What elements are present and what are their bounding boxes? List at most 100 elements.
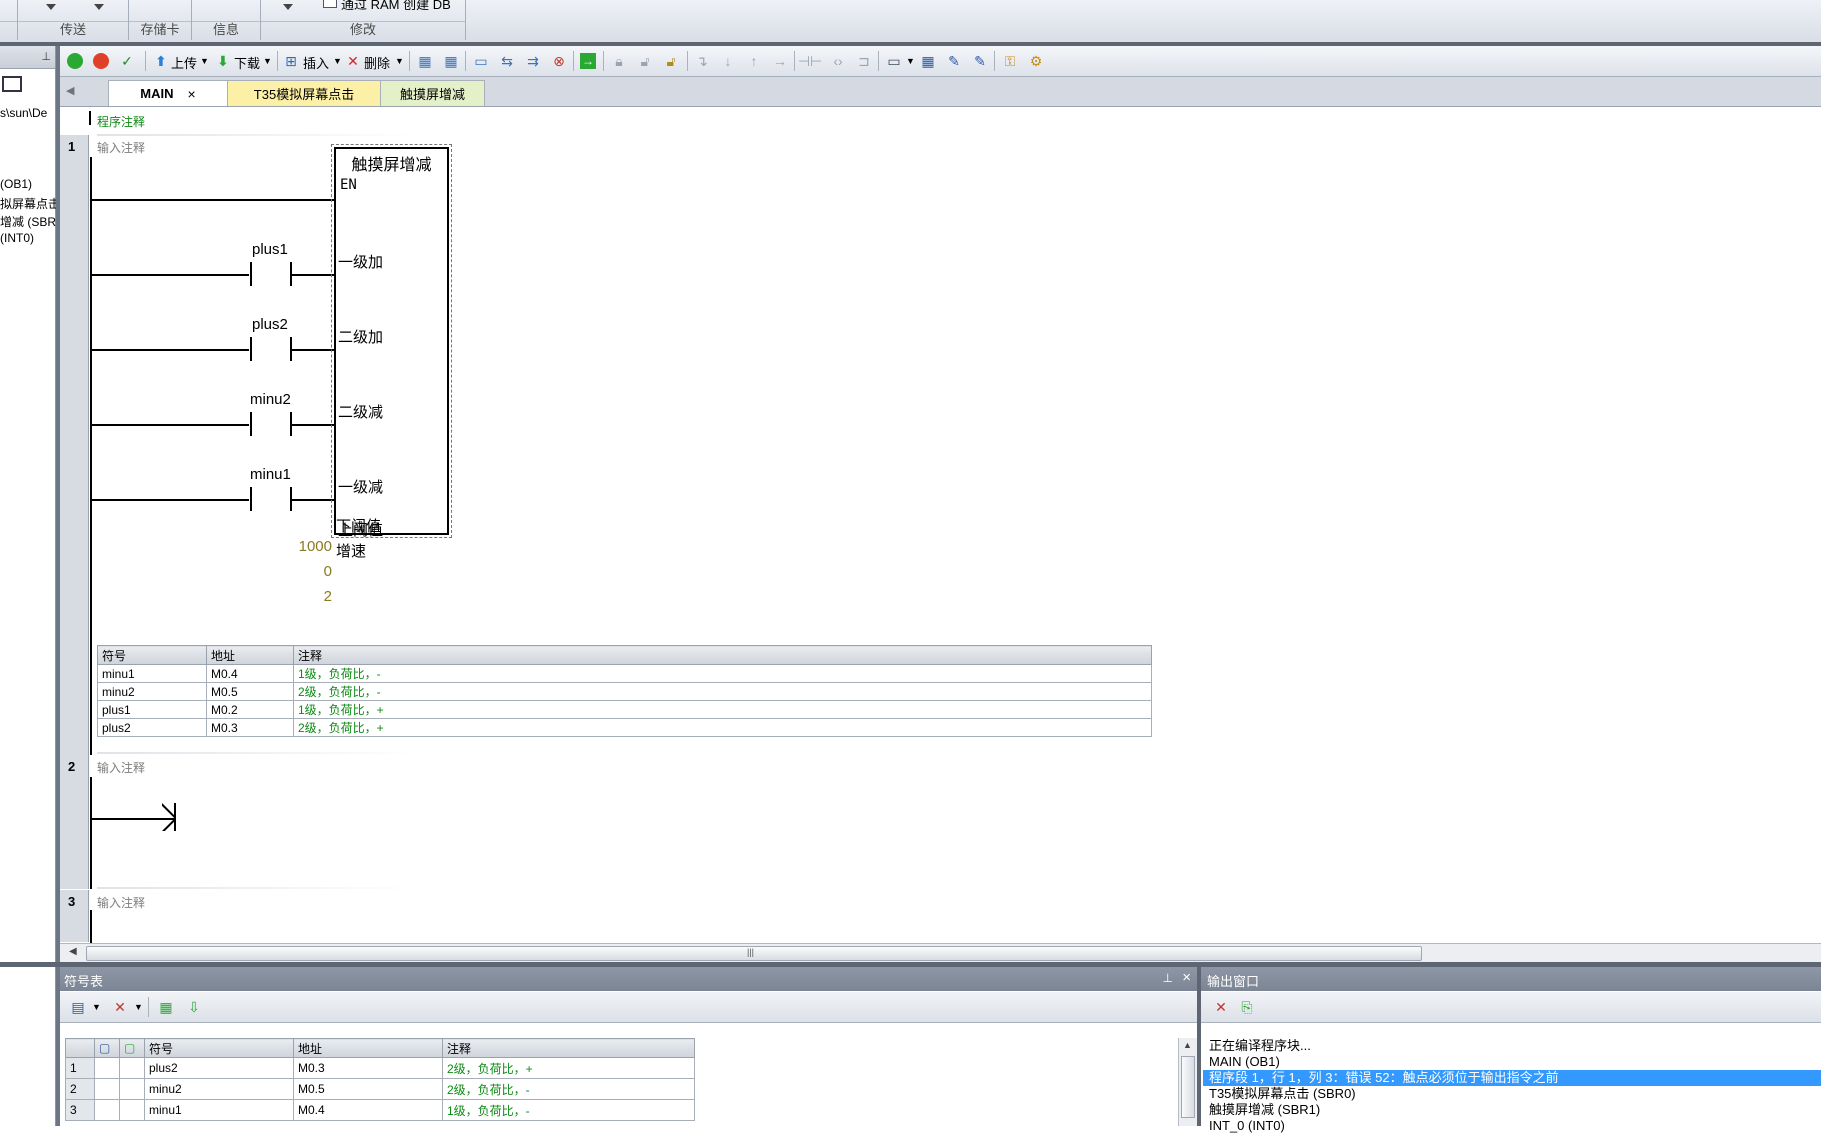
chevron-down-icon[interactable]: ▼ [92,1002,101,1012]
address-cell[interactable]: M0.3 [293,1057,443,1079]
symbol-cell[interactable]: plus2 [144,1057,294,1079]
compile-icon[interactable]: ✓ [117,51,137,71]
address-cell[interactable]: M0.4 [293,1099,443,1121]
param-value[interactable]: 1000 [290,538,332,555]
scroll-thumb[interactable]: ||| [86,946,1422,961]
table-row[interactable]: plus2 M0.3 2级，负荷比，+ [97,718,1152,737]
tree-item[interactable]: (OB1) [0,177,32,191]
upload-button[interactable]: 上传 [171,53,197,72]
branch-down-icon[interactable]: ↴ [692,51,712,71]
scroll-thumb[interactable] [1181,1056,1195,1118]
contact-label[interactable]: plus2 [252,316,288,333]
tree-item[interactable]: 拟屏幕点击 [0,195,60,212]
delete-symbol-icon[interactable]: ✕ [110,997,130,1017]
comment-cell[interactable]: 1级，负荷比，+ [293,700,1152,719]
comment-cell[interactable]: 2级，负荷比，+ [442,1057,695,1079]
bookmark-icon[interactable]: ▦ [415,51,435,71]
ladder-editor[interactable]: 程序注释 1 输入注释 plus1 plus2 minu2 minu1 触摸屏增… [60,107,1821,943]
delete-icon[interactable]: ✕ [343,51,363,71]
address-cell[interactable]: M0.3 [206,718,294,737]
table-row[interactable]: plus1 M0.2 1级，负荷比，+ [97,700,1152,719]
contact-label[interactable]: minu1 [250,466,291,483]
chevron-down-icon[interactable]: ▼ [906,56,915,66]
program-comment[interactable]: 程序注释 [97,113,145,130]
table-row[interactable]: 3 minu1 M0.4 1级，负荷比，- [65,1099,695,1121]
lock-icon[interactable]: 🔒︎ [609,51,629,71]
download-button[interactable]: 下载 [234,53,260,72]
table-row[interactable]: minu1 M0.4 1级，负荷比，- [97,664,1152,683]
contact-label[interactable]: plus1 [252,241,288,258]
stop-icon[interactable] [91,51,111,71]
key-icon[interactable]: ⚿ [1000,51,1020,71]
contact-icon[interactable]: ⊣⊢ [798,51,822,71]
comment-cell[interactable]: 1级，负荷比，- [442,1099,695,1121]
address-cell[interactable]: M0.5 [293,1078,443,1100]
chevron-down-icon[interactable]: ▼ [333,56,342,66]
line-down-icon[interactable]: ↓ [718,51,738,71]
tab-touchscreen-incdec[interactable]: 触摸屏增减 [380,80,485,106]
symbol-cell[interactable]: minu2 [97,682,207,701]
run-icon[interactable] [65,51,85,71]
tree-item[interactable]: s\sun\De [0,106,47,120]
tab-main[interactable]: MAIN × [108,80,228,106]
chevron-down-icon[interactable]: ▼ [134,1002,143,1012]
protect-icon[interactable]: 🔓︎ [661,51,681,71]
close-icon[interactable]: × [1182,969,1191,986]
add-symbol-icon[interactable]: ▤ [68,997,88,1017]
symbol-cell[interactable]: minu1 [97,664,207,683]
network-comment[interactable]: 输入注释 [97,139,145,156]
table-row[interactable]: 1 plus2 M0.3 2级，负荷比，+ [65,1057,695,1079]
copy-output-icon[interactable]: ⎘ [1237,997,1257,1017]
download-arrow-icon[interactable]: ⬇ [213,51,233,71]
chevron-left-icon[interactable]: ◀ [69,946,77,957]
pin-icon[interactable]: ⊥ [1163,971,1173,985]
symbol-cell[interactable]: plus1 [97,700,207,719]
function-block[interactable]: 触摸屏增减 EN 一级加 二级加 二级减 一级减 上阈值 [331,144,452,539]
output-line-selected[interactable]: 程序段 1，行 1，列 3：错误 52：触点必须位于输出指令之前 [1203,1070,1821,1086]
chevron-down-icon[interactable]: ▼ [263,56,272,66]
symbol-cell[interactable]: minu2 [144,1078,294,1100]
force-icon[interactable]: ⇉ [523,51,543,71]
status-chart-icon[interactable]: ⇆ [497,51,517,71]
upload-arrow-icon[interactable]: ⬆ [151,51,171,71]
comment-cell[interactable]: 2级，负荷比，- [293,682,1152,701]
table-row[interactable]: 2 minu2 M0.5 2级，负荷比，- [65,1078,695,1100]
contact-label[interactable]: minu2 [250,391,291,408]
bookmark-next-icon[interactable]: ▦ [441,51,461,71]
chevron-left-icon[interactable]: ◀ [66,84,74,97]
address-cell[interactable]: M0.4 [206,664,294,683]
chevron-down-icon[interactable]: ▼ [395,56,404,66]
close-icon[interactable]: × [188,86,196,102]
delete-button[interactable]: 删除 [364,53,390,72]
box-icon[interactable]: ⊐ [854,51,874,71]
toggle-icon[interactable]: ▭ [884,51,904,71]
symbol-cell[interactable]: minu1 [144,1099,294,1121]
comment-cell[interactable]: 1级，负荷比，- [293,664,1152,683]
block-properties-icon[interactable]: ⚙ [1026,51,1046,71]
param-value[interactable]: 2 [290,588,332,605]
line-up-icon[interactable]: ↑ [744,51,764,71]
insert-button[interactable]: 插入 [303,53,329,72]
insert-icon[interactable]: ⊞ [281,51,301,71]
chevron-down-icon[interactable] [283,4,293,10]
tab-t35-sim-click[interactable]: T35模拟屏幕点击 [227,80,381,106]
create-table-icon[interactable]: ▦ [156,997,176,1017]
network-comment[interactable]: 输入注释 [97,759,145,776]
symbol-table-icon[interactable]: ▦ [918,51,938,71]
param-value[interactable]: 0 [290,563,332,580]
pin-icon[interactable]: ⊥ [41,50,51,63]
ribbon-item-create-db[interactable]: 通过 RAM 创建 DB [341,0,451,13]
status-icon[interactable]: ▭ [471,51,491,71]
clear-output-icon[interactable]: ✕ [1211,997,1231,1017]
chevron-up-icon[interactable]: ▲ [1183,1040,1192,1050]
apply-icon[interactable]: ⇩ [184,997,204,1017]
line-right-icon[interactable]: → [770,51,790,71]
edit-comment-icon[interactable]: ✎ [944,51,964,71]
chevron-down-icon[interactable]: ▼ [200,56,209,66]
unforce-icon[interactable]: ⊗ [549,51,569,71]
comment-cell[interactable]: 2级，负荷比，- [442,1078,695,1100]
unlock-icon[interactable]: 🔓︎ [635,51,655,71]
tree-item[interactable]: 增减 (SBR [0,213,56,230]
comment-cell[interactable]: 2级，负荷比，+ [293,718,1152,737]
address-cell[interactable]: M0.2 [206,700,294,719]
